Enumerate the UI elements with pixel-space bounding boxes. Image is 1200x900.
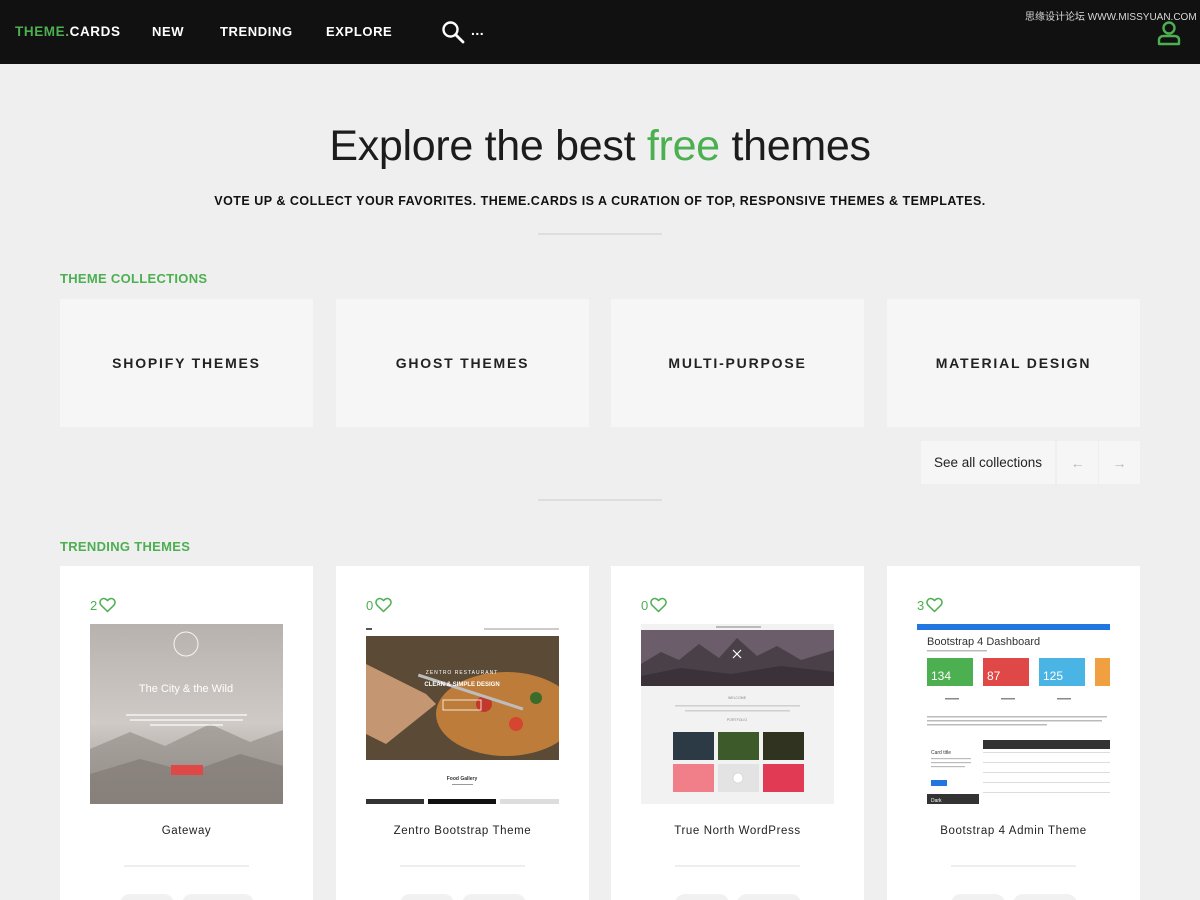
card-action-button[interactable] (951, 894, 1005, 900)
thumbnail-stat: 134 (931, 669, 951, 683)
thumbnail-tagline: CLEAN & SIMPLE DESIGN (424, 682, 499, 688)
card-action-button[interactable] (1013, 894, 1077, 900)
thumbnail-brand: ZENTRO RESTAURANT (426, 670, 498, 676)
card-divider (675, 865, 800, 867)
theme-name[interactable]: Gateway (60, 825, 313, 837)
theme-thumbnail[interactable]: ZENTRO RESTAURANT CLEAN & SIMPLE DESIGN … (366, 624, 559, 804)
card-action-button[interactable] (675, 894, 729, 900)
theme-card-gateway[interactable]: 2 The City & the Wild Gateway (60, 566, 313, 900)
search-icon[interactable] (441, 20, 465, 44)
theme-card-bootstrap-admin[interactable]: 3 Bootstrap 4 Dashboard 134 87 125 Card … (887, 566, 1140, 900)
thumbnail-dark-label: Dark (931, 798, 942, 804)
like-counter: 2 (90, 597, 117, 613)
heart-icon[interactable] (375, 597, 393, 613)
theme-name[interactable]: True North WordPress (611, 825, 864, 837)
heart-icon[interactable] (99, 597, 117, 613)
theme-card-zentro[interactable]: 0 ZENTRO RESTAURANT CLEAN & SIMPLE DESIG… (336, 566, 589, 900)
theme-card-true-north[interactable]: 0 WELCOME PORTFOLIO True North WordPress (611, 566, 864, 900)
card-divider (951, 865, 1076, 867)
thumbnail-title: Bootstrap 4 Dashboard (927, 636, 1040, 648)
heart-icon[interactable] (926, 597, 944, 613)
card-action-button[interactable] (182, 894, 254, 900)
theme-thumbnail[interactable]: Bootstrap 4 Dashboard 134 87 125 Card ti… (917, 624, 1110, 804)
heart-icon[interactable] (650, 597, 668, 613)
card-action-button[interactable] (120, 894, 174, 900)
trending-heading: TRENDING THEMES (60, 539, 191, 554)
page-title: Explore the best free themes (329, 122, 871, 170)
collection-card-ghost[interactable]: GHOST THEMES (336, 299, 589, 427)
card-action-button[interactable] (737, 894, 801, 900)
thumbnail-card-title: Card title (931, 750, 951, 756)
thumbnail-label: WELCOME (728, 696, 747, 700)
nav-link-new[interactable]: NEW (152, 24, 184, 39)
collection-card-material-design[interactable]: MATERIAL DESIGN (887, 299, 1140, 427)
thumbnail-label: PORTFOLIO (727, 718, 747, 722)
theme-thumbnail[interactable]: The City & the Wild (90, 624, 283, 804)
card-action-button[interactable] (462, 894, 526, 900)
theme-name[interactable]: Zentro Bootstrap Theme (336, 825, 589, 837)
page-subtitle: VOTE UP & COLLECT YOUR FAVORITES. THEME.… (214, 194, 986, 208)
section-divider (538, 499, 662, 501)
card-divider (400, 865, 525, 867)
theme-name[interactable]: Bootstrap 4 Admin Theme (887, 825, 1140, 837)
thumbnail-stat: 87 (987, 669, 1001, 683)
like-counter: 3 (917, 597, 944, 613)
collection-card-multi-purpose[interactable]: MULTI-PURPOSE (611, 299, 864, 427)
thumbnail-stat: 125 (1043, 669, 1063, 683)
card-action-button[interactable] (400, 894, 454, 900)
card-divider (124, 865, 249, 867)
theme-thumbnail[interactable]: WELCOME PORTFOLIO (641, 624, 834, 804)
see-all-collections-button[interactable]: See all collections (921, 441, 1055, 484)
hero-divider (538, 233, 662, 235)
top-navbar: THEME.CARDS NEW TRENDING EXPLORE ... 思缘设… (0, 0, 1200, 64)
thumbnail-section-title: Food Gallery (447, 776, 478, 782)
prev-arrow-icon[interactable]: ← (1057, 441, 1098, 484)
more-menu-icon[interactable]: ... (471, 22, 484, 38)
collections-heading: THEME COLLECTIONS (60, 271, 208, 286)
like-counter: 0 (366, 597, 393, 613)
brand-logo[interactable]: THEME.CARDS (15, 24, 121, 39)
nav-link-trending[interactable]: TRENDING (220, 24, 293, 39)
nav-link-explore[interactable]: EXPLORE (326, 24, 392, 39)
like-counter: 0 (641, 597, 668, 613)
next-arrow-icon[interactable]: → (1099, 441, 1140, 484)
collection-card-shopify[interactable]: SHOPIFY THEMES (60, 299, 313, 427)
user-icon[interactable] (1156, 20, 1182, 46)
thumbnail-title: The City & the Wild (139, 683, 233, 695)
